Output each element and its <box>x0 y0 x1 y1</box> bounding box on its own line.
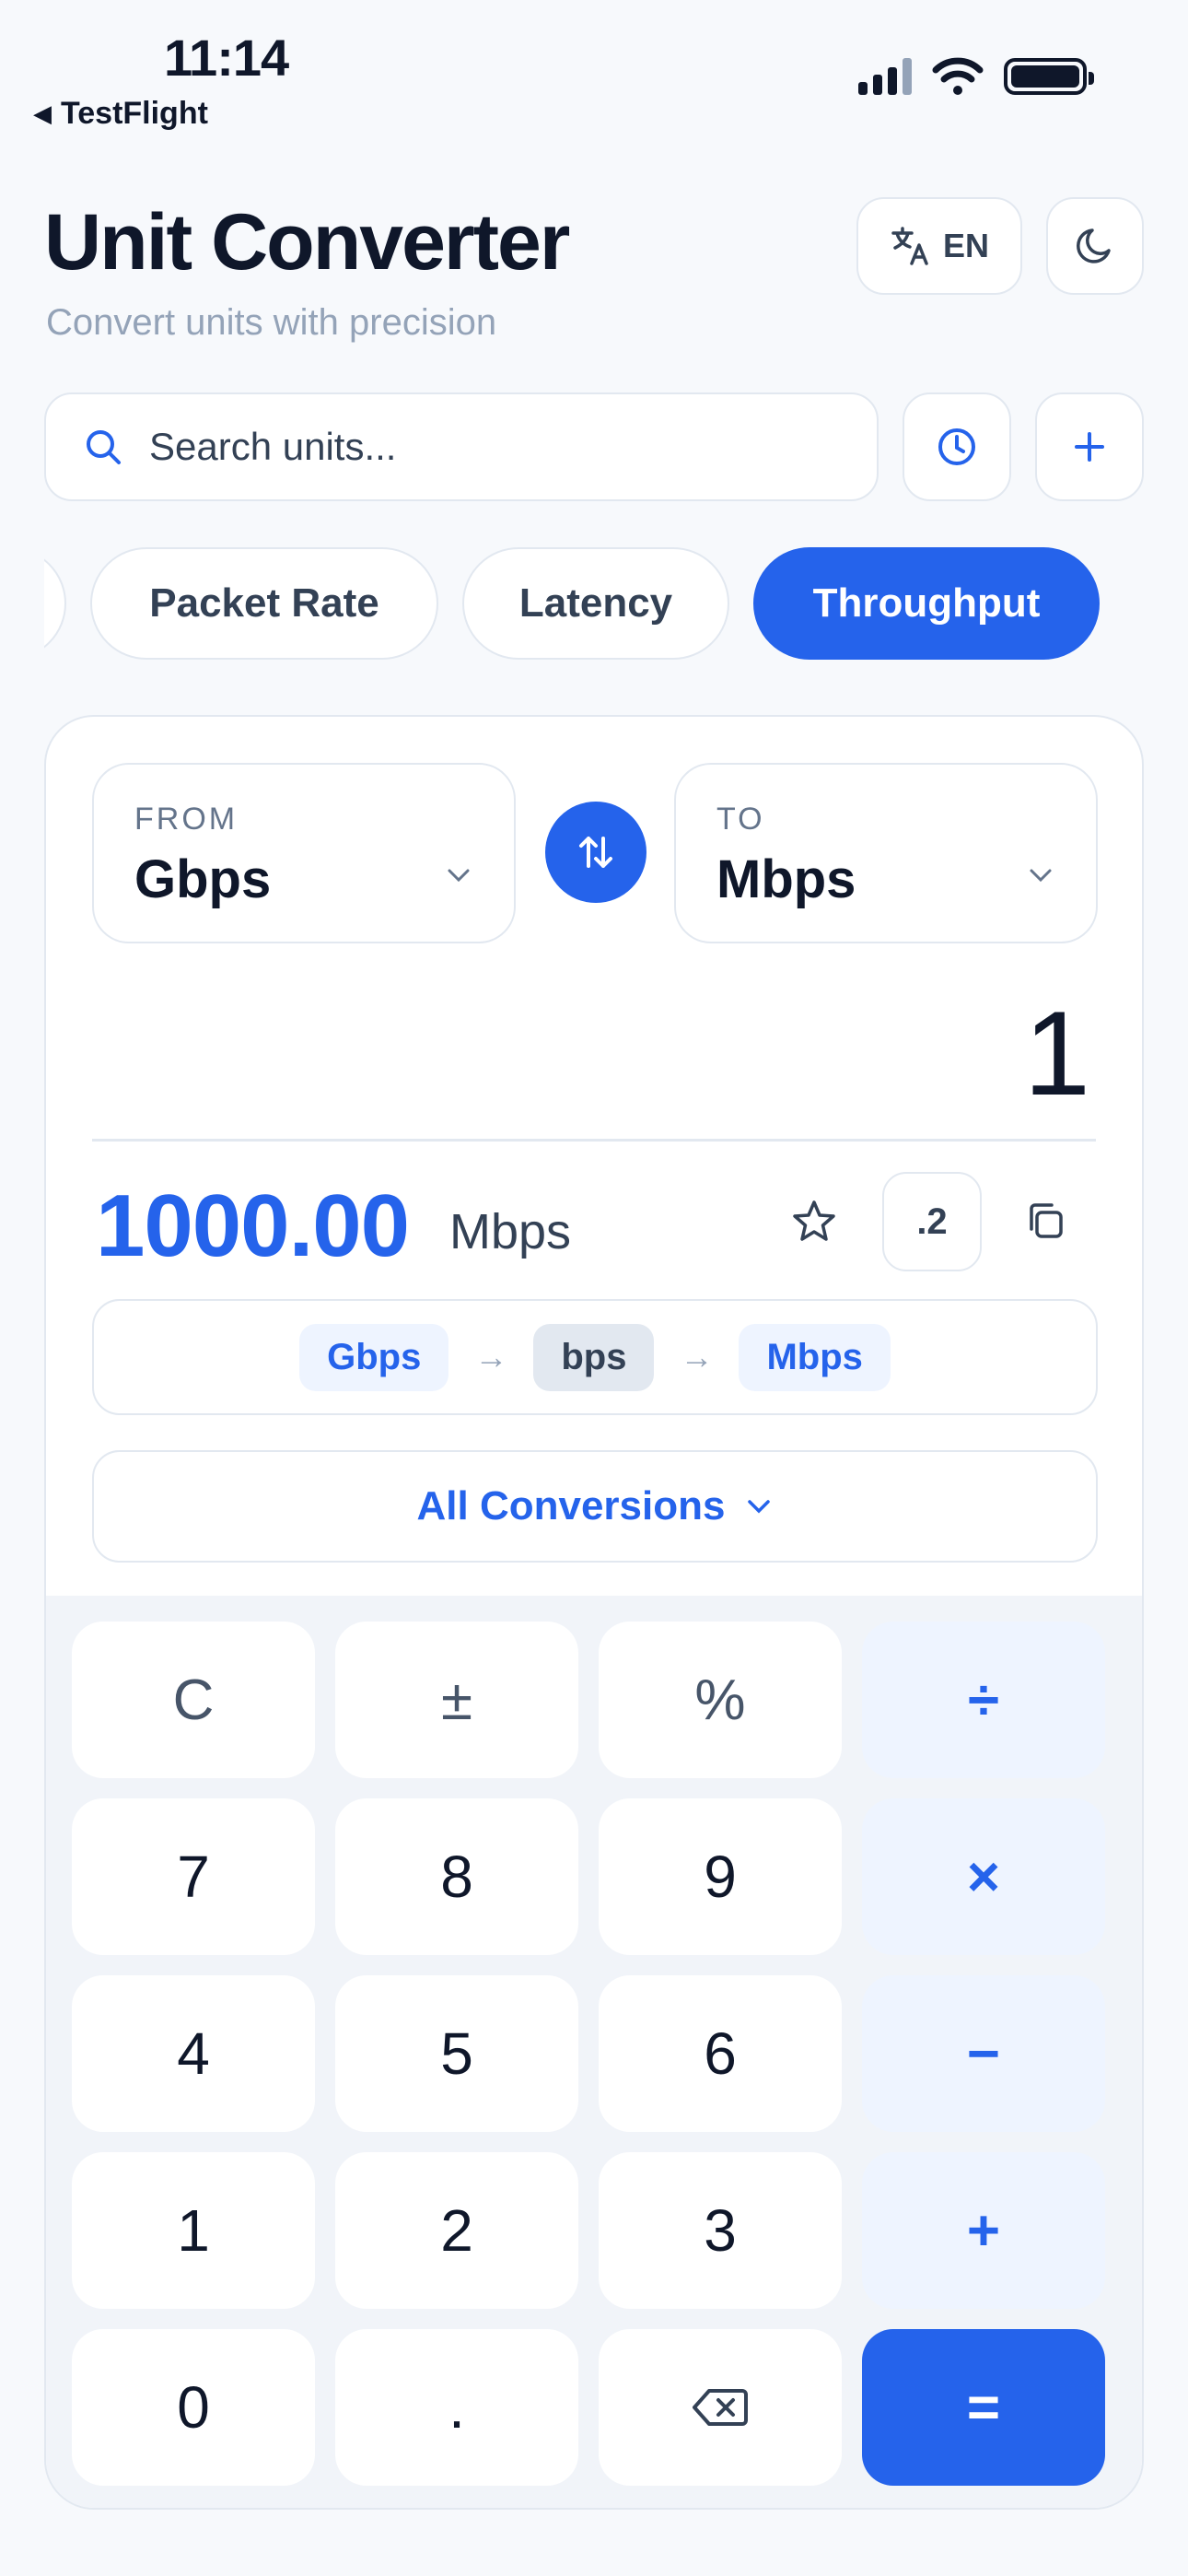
key-subtract[interactable]: − <box>862 1975 1105 2132</box>
search-input[interactable] <box>147 424 847 470</box>
path-step-from: Gbps <box>299 1323 449 1391</box>
back-to-testflight[interactable]: ◀ TestFlight <box>33 96 208 132</box>
to-unit: Mbps <box>716 849 856 909</box>
from-unit: Gbps <box>134 849 272 909</box>
chevron-down-icon <box>448 869 470 883</box>
key-decimal[interactable]: . <box>335 2329 578 2486</box>
status-icons <box>858 57 1094 96</box>
history-button[interactable] <box>903 392 1011 501</box>
key-7[interactable]: 7 <box>72 1798 315 1955</box>
category-chips: Packet Rate Latency Throughput <box>44 545 1144 662</box>
key-equals[interactable]: = <box>862 2329 1105 2486</box>
swap-units-button[interactable] <box>545 802 646 903</box>
precision-button[interactable]: .2 <box>882 1172 982 1271</box>
to-label: TO <box>716 802 765 837</box>
key-5[interactable]: 5 <box>335 1975 578 2132</box>
key-plus-minus[interactable]: ± <box>335 1622 578 1778</box>
key-8[interactable]: 8 <box>335 1798 578 1955</box>
divider <box>92 1139 1096 1142</box>
chevron-down-icon <box>1030 869 1052 883</box>
category-chip-packet-rate[interactable]: Packet Rate <box>90 547 438 660</box>
key-divide[interactable]: ÷ <box>862 1622 1105 1778</box>
page-subtitle: Convert units with precision <box>46 302 497 343</box>
category-chip-throughput[interactable]: Throughput <box>753 547 1100 660</box>
key-clear[interactable]: C <box>72 1622 315 1778</box>
back-triangle-icon: ◀ <box>33 100 52 127</box>
key-1[interactable]: 1 <box>72 2152 315 2309</box>
category-chip-latency[interactable]: Latency <box>462 547 729 660</box>
page-title: Unit Converter <box>44 198 570 287</box>
battery-icon <box>1004 58 1094 95</box>
backspace-icon <box>693 2389 748 2426</box>
keypad: C ± % ÷ 7 8 9 × 4 5 6 − 1 2 3 + 0 . = <box>46 1596 1142 2508</box>
star-icon <box>793 1200 835 1241</box>
plus-icon <box>1075 432 1104 462</box>
key-0[interactable]: 0 <box>72 2329 315 2486</box>
search-box[interactable] <box>44 392 879 501</box>
search-icon <box>87 430 121 464</box>
key-4[interactable]: 4 <box>72 1975 315 2132</box>
language-code: EN <box>942 227 989 264</box>
all-conversions-label: All Conversions <box>416 1483 726 1528</box>
status-time: 11:14 <box>164 29 289 87</box>
key-6[interactable]: 6 <box>599 1975 842 2132</box>
arrow-right-icon: → <box>474 1338 508 1376</box>
from-unit-selector[interactable]: FROM Gbps <box>92 763 516 943</box>
wifi-icon <box>932 57 984 95</box>
favorite-button[interactable] <box>790 1198 838 1250</box>
clock-icon <box>938 428 975 465</box>
result-value: 1000.00 <box>96 1177 410 1275</box>
conversion-path: Gbps → bps → Mbps <box>92 1299 1098 1415</box>
path-step-to: Mbps <box>739 1323 891 1391</box>
category-chip-partial[interactable] <box>44 547 66 660</box>
arrow-right-icon: → <box>680 1338 714 1376</box>
add-button[interactable] <box>1035 392 1144 501</box>
chevron-down-icon <box>748 1500 771 1514</box>
back-label: TestFlight <box>61 96 208 131</box>
converter-card: FROM Gbps TO Mbps 1 1000.00 Mbps .2 Gbps <box>44 715 1144 2510</box>
key-2[interactable]: 2 <box>335 2152 578 2309</box>
copy-button[interactable] <box>1022 1198 1068 1248</box>
swap-vertical-icon <box>579 837 612 868</box>
key-percent[interactable]: % <box>599 1622 842 1778</box>
input-value-display[interactable]: 1 <box>1024 984 1090 1122</box>
language-button[interactable]: EN <box>856 197 1022 295</box>
result-unit: Mbps <box>449 1204 572 1259</box>
key-3[interactable]: 3 <box>599 2152 842 2309</box>
path-step-base: bps <box>533 1323 655 1391</box>
theme-toggle-button[interactable] <box>1046 197 1144 295</box>
moon-icon <box>1077 228 1111 263</box>
to-unit-selector[interactable]: TO Mbps <box>674 763 1098 943</box>
key-multiply[interactable]: × <box>862 1798 1105 1955</box>
translate-icon <box>891 227 928 265</box>
cellular-signal-icon <box>858 58 912 95</box>
from-label: FROM <box>134 802 239 837</box>
key-backspace[interactable] <box>599 2329 842 2486</box>
key-add[interactable]: + <box>862 2152 1105 2309</box>
all-conversions-button[interactable]: All Conversions <box>92 1450 1098 1563</box>
key-9[interactable]: 9 <box>599 1798 842 1955</box>
copy-icon <box>1030 1203 1063 1238</box>
